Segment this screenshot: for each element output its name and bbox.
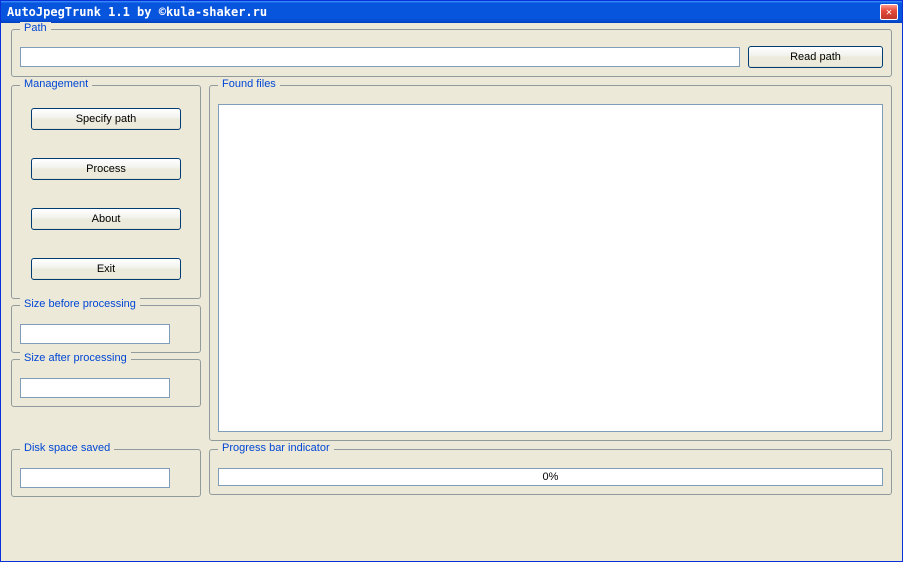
progress-text: 0% xyxy=(543,471,559,483)
titlebar: AutoJpegTrunk 1.1 by ©kula-shaker.ru ✕ xyxy=(1,1,902,23)
found-files-group: Found files xyxy=(209,85,892,441)
found-files-list[interactable] xyxy=(218,104,883,432)
exit-button[interactable]: Exit xyxy=(31,258,181,280)
size-after-value xyxy=(20,378,170,398)
progress-legend: Progress bar indicator xyxy=(218,442,334,454)
size-before-value xyxy=(20,324,170,344)
window-title: AutoJpegTrunk 1.1 by ©kula-shaker.ru xyxy=(7,5,880,19)
app-window: AutoJpegTrunk 1.1 by ©kula-shaker.ru ✕ P… xyxy=(0,0,903,562)
found-files-legend: Found files xyxy=(218,78,280,90)
specify-path-button[interactable]: Specify path xyxy=(31,108,181,130)
client-area: Path Read path Management Specify path P… xyxy=(1,23,902,561)
path-legend: Path xyxy=(20,22,51,34)
close-icon[interactable]: ✕ xyxy=(880,4,898,20)
progress-group: Progress bar indicator 0% xyxy=(209,449,892,495)
management-group: Management Specify path Process About Ex… xyxy=(11,85,201,299)
about-button[interactable]: About xyxy=(31,208,181,230)
read-path-button[interactable]: Read path xyxy=(748,46,883,68)
path-input[interactable] xyxy=(20,47,740,67)
size-after-group: Size after processing xyxy=(11,359,201,407)
size-before-group: Size before processing xyxy=(11,305,201,353)
size-after-legend: Size after processing xyxy=(20,352,131,364)
process-button[interactable]: Process xyxy=(31,158,181,180)
disk-saved-value xyxy=(20,468,170,488)
disk-saved-group: Disk space saved xyxy=(11,449,201,497)
path-group: Path Read path xyxy=(11,29,892,77)
management-legend: Management xyxy=(20,78,92,90)
size-before-legend: Size before processing xyxy=(20,298,140,310)
progress-bar: 0% xyxy=(218,468,883,486)
disk-saved-legend: Disk space saved xyxy=(20,442,114,454)
